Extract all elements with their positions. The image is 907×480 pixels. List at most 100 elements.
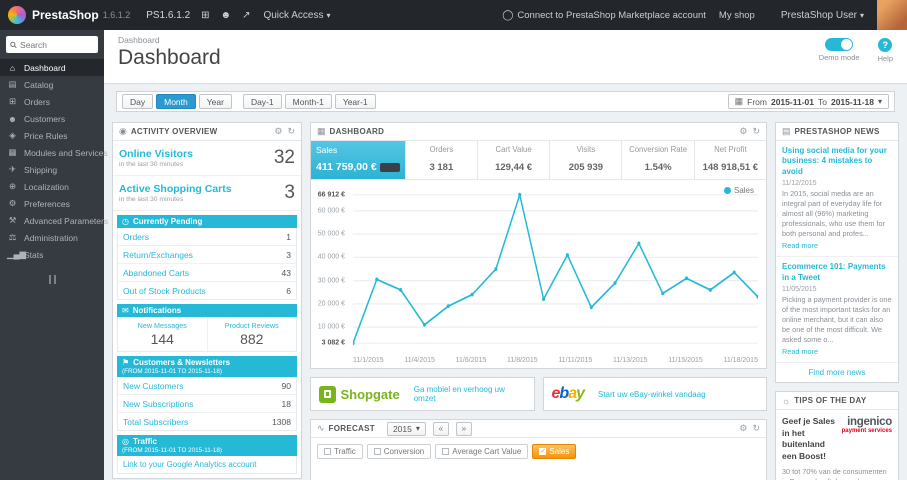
demo-mode-label: Demo mode <box>818 53 860 62</box>
panel-refresh-icon[interactable]: ↻ <box>752 423 760 434</box>
product-reviews-cell[interactable]: Product Reviews 882 <box>206 317 297 351</box>
filter-day-1-button[interactable]: Day-1 <box>242 94 282 109</box>
toggle-average-cart-value[interactable]: Average Cart Value <box>435 444 529 459</box>
prestashop-logo[interactable]: PrestaShop 1.6.1.2 <box>8 6 130 24</box>
row-value: 18 <box>281 398 291 409</box>
demo-mode-control[interactable]: Demo mode <box>819 38 860 63</box>
marketplace-icon: ◯ <box>502 9 514 21</box>
ebay-link[interactable]: Start uw eBay-winkel vandaag <box>598 390 706 399</box>
kpi-conversion-rate[interactable]: Conversion Rate 1.54% <box>622 141 695 179</box>
filter-year-1-button[interactable]: Year-1 <box>334 94 376 109</box>
sidebar-item-price-rules[interactable]: ◈ Price Rules <box>0 127 104 144</box>
sidebar-item-dashboard[interactable]: ⌂ Dashboard <box>0 59 104 76</box>
my-shop-link[interactable]: My shop <box>719 10 755 21</box>
previous-period-button[interactable]: « <box>432 421 449 436</box>
cell-label: New Messages <box>137 321 187 330</box>
collapse-menu-button[interactable] <box>47 275 58 284</box>
help-icon[interactable]: ? <box>878 38 893 52</box>
sidebar-item-administration[interactable]: ⚖ Administration <box>0 229 104 246</box>
user-menu[interactable]: PrestaShop User ▾ <box>781 10 864 21</box>
list-item[interactable]: New Subscriptions 18 <box>118 395 296 413</box>
quick-access-menu[interactable]: Quick Access ▾ <box>263 10 330 21</box>
sidebar-item-stats[interactable]: ▁▄▆ Stats <box>0 246 104 263</box>
list-item[interactable]: New Customers 90 <box>118 377 296 395</box>
page-title: Dashboard <box>118 46 221 69</box>
customers-icon[interactable]: ☻ <box>221 10 232 21</box>
search-icon <box>10 41 17 48</box>
panel-settings-icon[interactable]: ⚙ <box>739 126 747 137</box>
kpi-sales[interactable]: Sales 411 759,00 € <box>311 141 406 179</box>
new-messages-cell[interactable]: New Messages 144 <box>118 317 207 351</box>
list-item[interactable]: Return/Exchanges 3 <box>118 246 296 264</box>
cell-value: 144 <box>150 331 174 347</box>
shopgate-link[interactable]: Ga mobiel en verhoog uw omzet <box>414 385 526 403</box>
list-item[interactable]: Orders 1 <box>118 228 296 246</box>
from-date: 2015-11-01 <box>770 96 814 107</box>
stats-icon[interactable]: ↗ <box>242 10 250 21</box>
activity-panel-title: ACTIVITY OVERVIEW <box>130 127 218 136</box>
filter-year-button[interactable]: Year <box>198 94 232 109</box>
marketplace-link[interactable]: ◯ Connect to PrestaShop Marketplace acco… <box>502 10 706 21</box>
news-headline-link[interactable]: Ecommerce 101: Payments in a Tweet <box>782 262 892 283</box>
toggle-conversion[interactable]: Conversion <box>366 444 432 459</box>
list-item[interactable]: Out of Stock Products 6 <box>118 282 296 299</box>
y-tick: 30 000 € <box>317 277 345 285</box>
kpi-orders[interactable]: Orders 3 181 <box>406 141 478 179</box>
kpi-value: 3 181 <box>429 162 454 173</box>
panel-refresh-icon[interactable]: ↻ <box>287 126 295 137</box>
kpi-net-profit[interactable]: Net Profit 148 918,51 € <box>695 141 766 179</box>
user-avatar[interactable] <box>877 0 907 30</box>
sidebar-item-shipping[interactable]: ✈ Shipping <box>0 161 104 178</box>
find-more-news-link[interactable]: Find more news <box>776 362 898 382</box>
toggle-traffic[interactable]: Traffic <box>317 444 363 459</box>
read-more-link[interactable]: Read more <box>782 241 892 250</box>
forecast-year-select[interactable]: 2015 ▾ <box>386 421 426 436</box>
row-value: 3 <box>286 249 291 260</box>
sidebar-item-advanced-parameters[interactable]: ⚒ Advanced Parameters <box>0 212 108 229</box>
list-item[interactable]: Total Subscribers 1308 <box>118 413 296 430</box>
sidebar-item-modules[interactable]: ▦ Modules and Services <box>0 144 107 161</box>
list-item[interactable]: Abandoned Carts 43 <box>118 264 296 282</box>
search-input[interactable] <box>20 39 94 50</box>
kpi-visits[interactable]: Visits 205 939 <box>550 141 623 179</box>
kpi-cart-value[interactable]: Cart Value 129,44 € <box>478 141 551 179</box>
checkbox-icon <box>324 448 331 455</box>
sidebar-item-preferences[interactable]: ⚙ Preferences <box>0 195 104 212</box>
advanced-parameters-icon: ⚒ <box>8 215 17 225</box>
next-period-button[interactable]: » <box>455 421 472 436</box>
filter-month-button[interactable]: Month <box>156 94 196 109</box>
help-control[interactable]: ? Help <box>878 38 893 63</box>
prestashop-logo-icon <box>8 6 26 24</box>
date-range-picker[interactable]: ▦ From 2015-11-01 To 2015-11-18 ▾ <box>727 94 889 109</box>
demo-mode-toggle[interactable] <box>825 38 854 51</box>
ingenico-logo: ingenico payment services <box>842 416 893 462</box>
news-headline-link[interactable]: Using social media for your business: 4 … <box>782 146 892 177</box>
shop-name-link[interactable]: PS1.6.1.2 <box>146 10 190 21</box>
sidebar-item-localization[interactable]: ⊕ Localization <box>0 178 104 195</box>
read-more-link[interactable]: Read more <box>782 347 892 356</box>
panel-settings-icon[interactable]: ⚙ <box>274 126 282 137</box>
help-label: Help <box>877 54 893 63</box>
x-tick: 11/4/2015 <box>404 357 435 364</box>
y-tick: 10 000 € <box>317 323 345 331</box>
shopgate-ad[interactable]: Shopgate Ga mobiel en verhoog uw omzet <box>310 377 535 411</box>
sidebar-item-customers[interactable]: ☻ Customers <box>0 110 104 127</box>
sidebar-item-orders[interactable]: ⊞ Orders <box>0 93 104 110</box>
sidebar-search[interactable] <box>6 36 98 53</box>
sidebar-item-label: Modules and Services <box>24 147 108 158</box>
google-analytics-link[interactable]: Link to your Google Analytics account <box>117 456 297 474</box>
filter-day-button[interactable]: Day <box>122 94 154 109</box>
panel-refresh-icon[interactable]: ↻ <box>752 126 760 137</box>
filter-month-1-button[interactable]: Month-1 <box>284 94 332 109</box>
sidebar-item-catalog[interactable]: ▤ Catalog <box>0 76 104 93</box>
from-label: From <box>747 96 767 107</box>
cart-icon[interactable]: ⊞ <box>201 10 209 21</box>
shopgate-logo-icon <box>319 385 336 403</box>
x-tick: 11/15/2015 <box>668 357 703 364</box>
checkbox-icon <box>442 448 450 455</box>
ebay-ad[interactable]: ebay Start uw eBay-winkel vandaag <box>542 377 767 411</box>
panel-settings-icon[interactable]: ⚙ <box>739 423 747 434</box>
kpi-label: Cart Value <box>495 145 532 154</box>
row-value: 1308 <box>272 416 291 427</box>
toggle-sales[interactable]: Sales <box>532 444 577 459</box>
